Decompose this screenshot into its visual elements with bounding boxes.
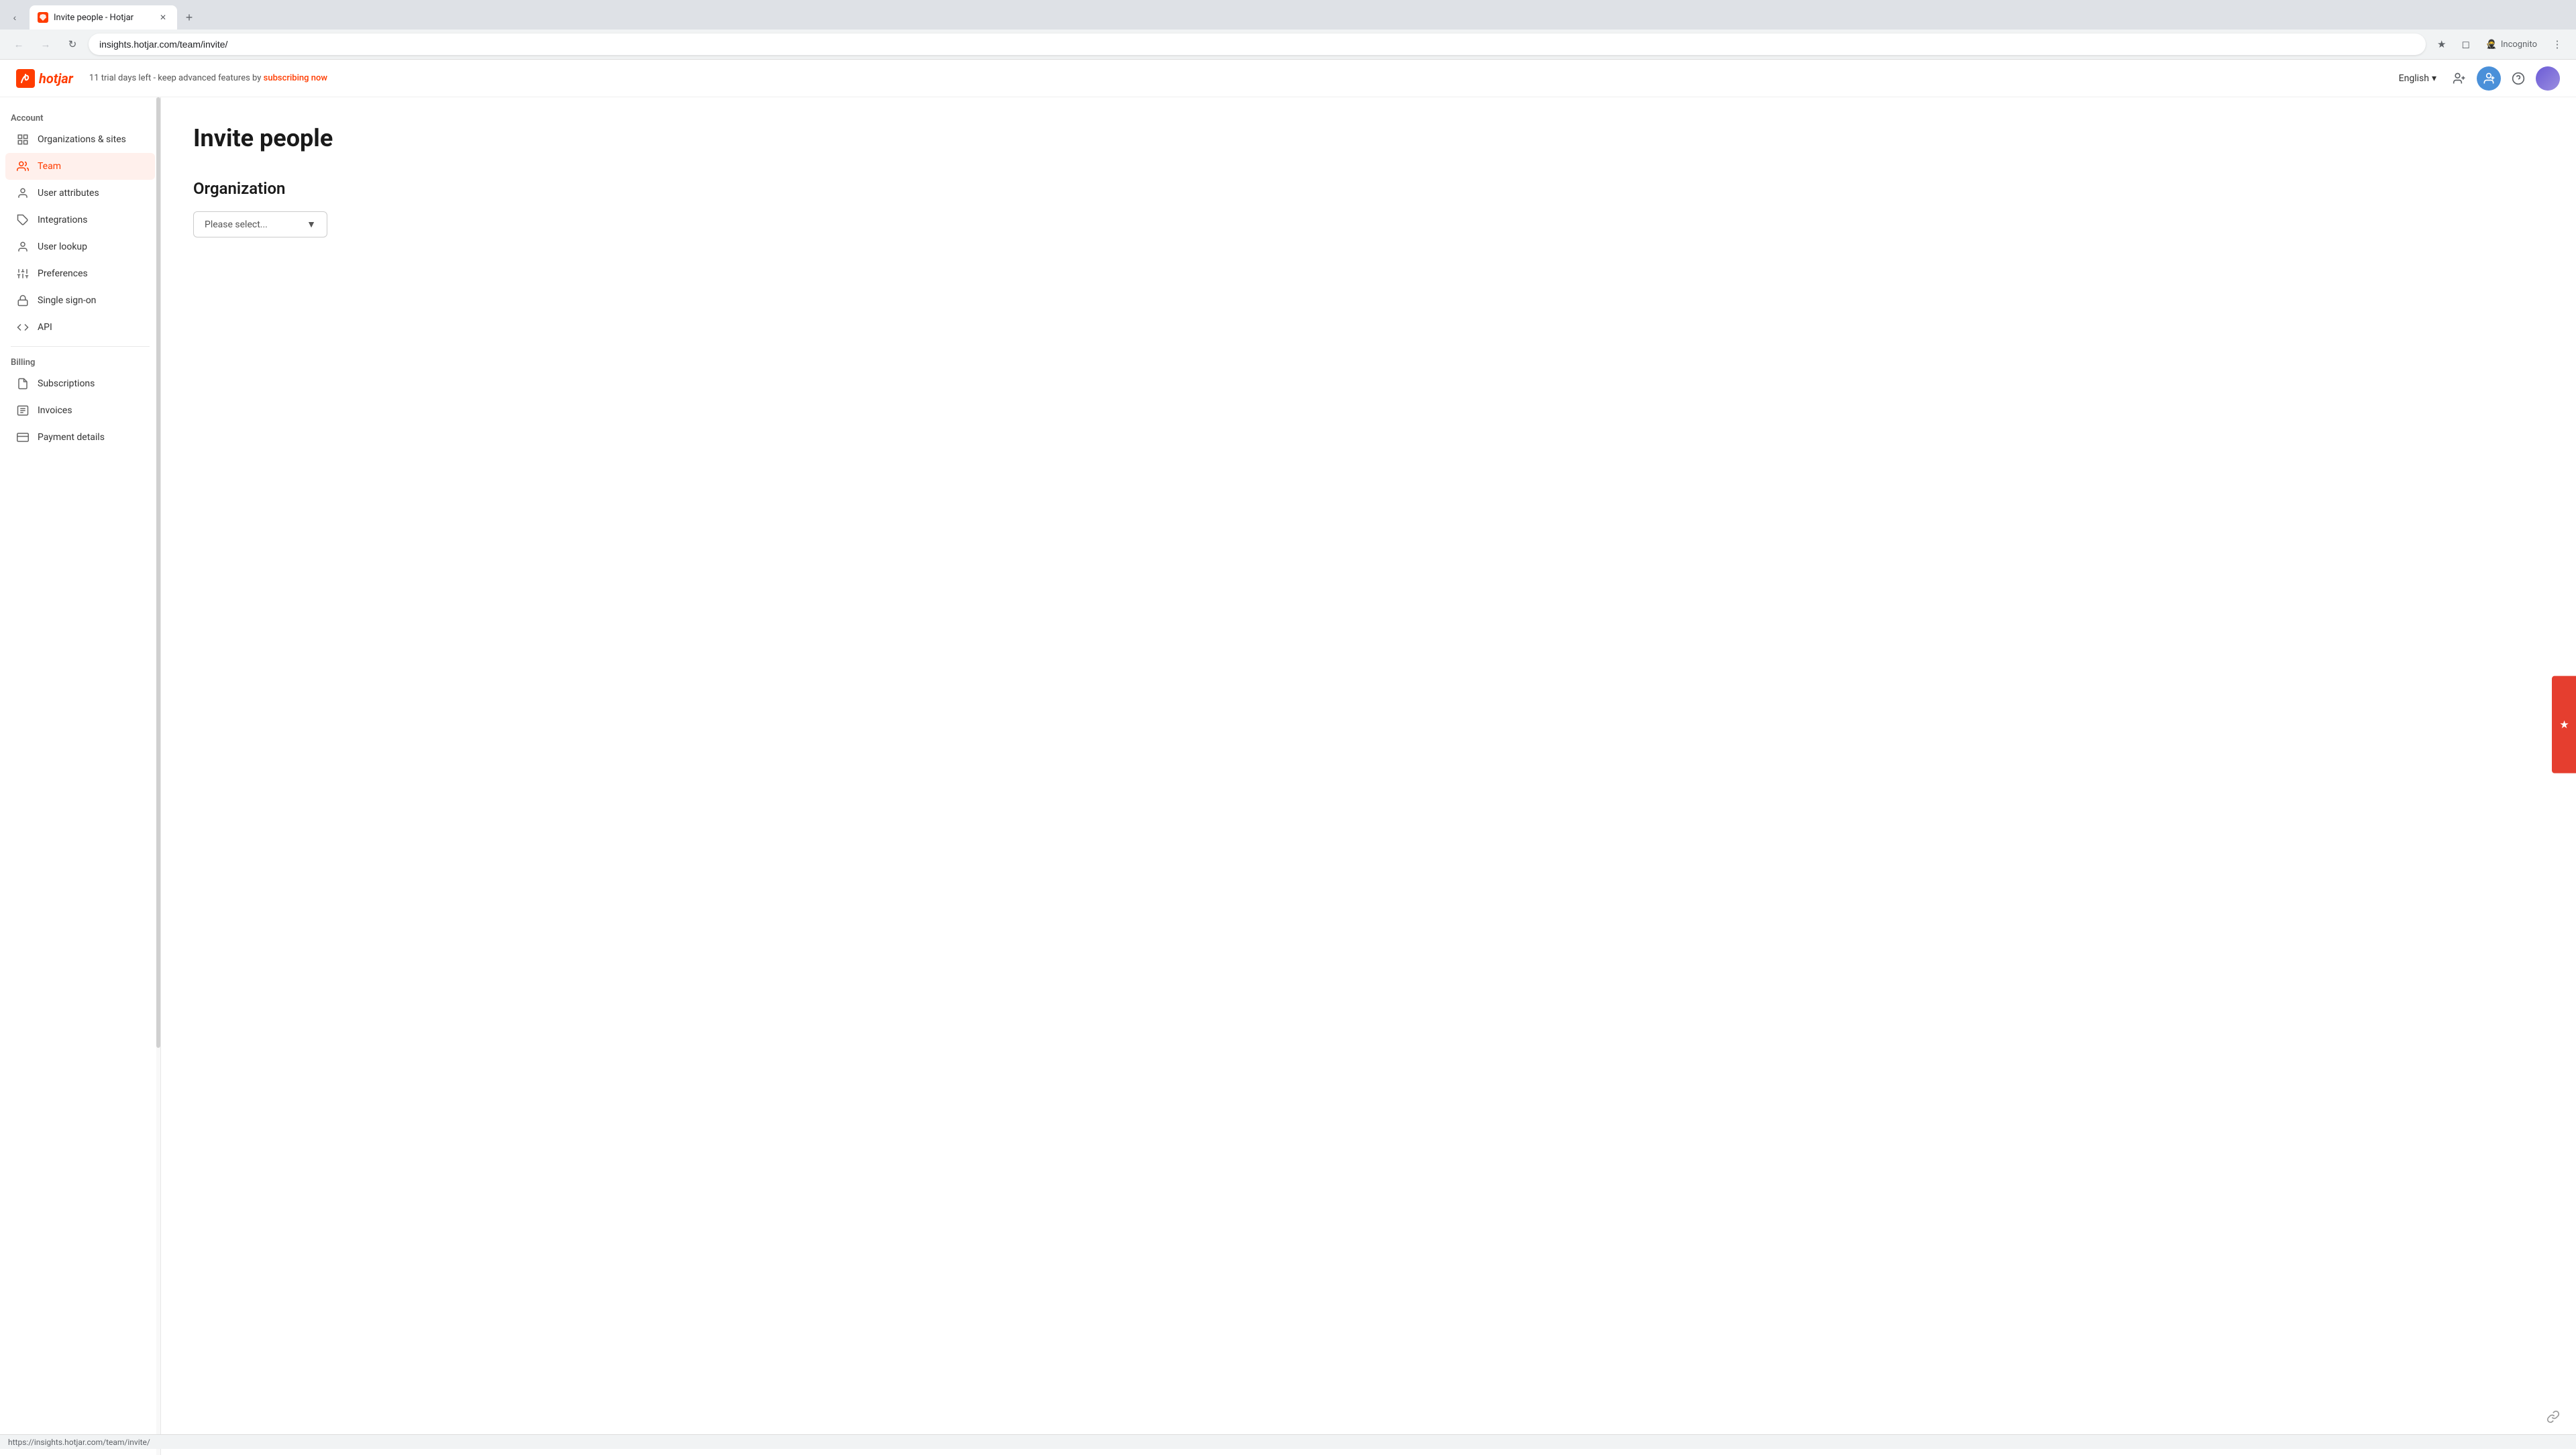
help-icon (2512, 72, 2525, 85)
app-container: hotjar 11 trial days left - keep advance… (0, 60, 2576, 1455)
sidebar-item-user-lookup[interactable]: User lookup (5, 233, 155, 260)
sidebar-item-label-user-lookup: User lookup (38, 241, 87, 252)
sidebar-item-label-preferences: Preferences (38, 268, 88, 279)
receipt-icon (16, 377, 30, 390)
select-placeholder: Please select... (205, 219, 268, 230)
forward-button[interactable]: → (35, 34, 56, 55)
lock-icon (16, 294, 30, 307)
user-avatar[interactable] (2536, 66, 2560, 91)
subscribe-link[interactable]: subscribing now (264, 73, 327, 83)
new-tab-button[interactable]: + (180, 8, 199, 27)
sidebar-item-label-team: Team (38, 161, 61, 172)
link-icon (2546, 1410, 2560, 1423)
grid-icon (16, 133, 30, 146)
organization-section-title: Organization (193, 179, 2544, 198)
user-search-icon (16, 240, 30, 254)
sidebar-item-team[interactable]: Team (5, 153, 155, 180)
sidebar-item-label-organizations: Organizations & sites (38, 134, 126, 145)
logo-area: hotjar (16, 69, 73, 88)
sidebar-item-label-payment-details: Payment details (38, 432, 105, 443)
sidebar-item-user-attributes[interactable]: User attributes (5, 180, 155, 207)
address-bar[interactable] (89, 34, 2426, 55)
incognito-label: Incognito (2501, 40, 2537, 50)
new-user-button[interactable] (2447, 66, 2471, 91)
user-plus-icon (2453, 72, 2466, 85)
hotjar-logo[interactable]: hotjar (16, 69, 73, 88)
scroll-thumb (156, 97, 160, 1048)
bookmark-button[interactable]: ★ (2431, 34, 2453, 55)
main-content: Invite people Organization Please select… (161, 97, 2576, 1455)
organization-select[interactable]: Please select... ▼ (193, 211, 327, 237)
account-section-label: Account (0, 108, 160, 126)
sidebar-item-subscriptions[interactable]: Subscriptions (5, 370, 155, 397)
team-icon (16, 160, 30, 173)
logo-text: hotjar (39, 70, 73, 87)
incognito-badge[interactable]: 🥷 Incognito (2479, 37, 2544, 52)
copy-link-button[interactable] (2541, 1405, 2565, 1429)
main-area: Account Organizations & sites (0, 97, 2576, 1455)
credit-card-icon (16, 431, 30, 444)
person-icon (16, 186, 30, 200)
sidebar-item-preferences[interactable]: Preferences (5, 260, 155, 287)
sidebar-item-label-invoices: Invoices (38, 405, 72, 416)
person-add-icon (2482, 72, 2496, 85)
language-selector[interactable]: English ▾ (2394, 70, 2442, 87)
tab-close-button[interactable]: ✕ (157, 11, 169, 23)
toolbar-right: ★ ◻ 🥷 Incognito ⋮ (2431, 34, 2568, 55)
sidebar-item-organizations[interactable]: Organizations & sites (5, 126, 155, 153)
puzzle-icon (16, 213, 30, 227)
trial-banner: 11 trial days left - keep advanced featu… (89, 73, 327, 83)
sidebar-item-label-api: API (38, 322, 52, 333)
code-icon (16, 321, 30, 334)
sidebar-item-integrations[interactable]: Integrations (5, 207, 155, 233)
sidebar-item-label-integrations: Integrations (38, 215, 87, 225)
rate-icon: ★ (2558, 718, 2571, 731)
incognito-icon: 🥷 (2486, 40, 2497, 50)
browser-chrome: ‹ Invite people - Hotjar ✕ + ← → ↻ ★ ◻ 🥷… (0, 0, 2576, 60)
page-title: Invite people (193, 124, 2544, 152)
sliders-icon (16, 267, 30, 280)
extensions-button[interactable]: ◻ (2455, 34, 2477, 55)
tab-favicon (38, 12, 48, 23)
help-button[interactable] (2506, 66, 2530, 91)
sidebar-item-label-subscriptions: Subscriptions (38, 378, 95, 389)
sidebar: Account Organizations & sites (0, 97, 161, 1455)
billing-section-label: Billing (0, 352, 160, 370)
trial-text: 11 trial days left - keep advanced featu… (89, 73, 262, 83)
reload-button[interactable]: ↻ (62, 34, 83, 55)
sidebar-divider (11, 346, 150, 347)
status-url: https://insights.hotjar.com/team/invite/ (8, 1438, 150, 1447)
tab-back-nav[interactable]: ‹ (5, 8, 24, 27)
sidebar-item-single-sign-on[interactable]: Single sign-on (5, 287, 155, 314)
tab-title: Invite people - Hotjar (54, 13, 152, 23)
back-button[interactable]: ← (8, 34, 30, 55)
invite-people-button[interactable] (2477, 66, 2501, 91)
select-dropdown-icon: ▼ (307, 219, 316, 230)
status-bar: https://insights.hotjar.com/team/invite/ (0, 1434, 2576, 1449)
active-tab[interactable]: Invite people - Hotjar ✕ (30, 5, 177, 30)
sidebar-item-label-user-attributes: User attributes (38, 188, 99, 199)
topbar-right: English ▾ (2394, 66, 2560, 91)
language-label: English (2399, 73, 2429, 84)
menu-button[interactable]: ⋮ (2546, 34, 2568, 55)
scroll-track (156, 97, 160, 1455)
sidebar-item-label-single-sign-on: Single sign-on (38, 295, 96, 306)
browser-toolbar: ← → ↻ ★ ◻ 🥷 Incognito ⋮ (0, 30, 2576, 59)
file-icon (16, 404, 30, 417)
sidebar-item-api[interactable]: API (5, 314, 155, 341)
language-dropdown-icon: ▾ (2432, 73, 2436, 84)
window-controls: ‹ (5, 8, 24, 27)
rate-experience-widget[interactable]: ★ Rate your experience (2552, 676, 2576, 773)
sidebar-item-payment-details[interactable]: Payment details (5, 424, 155, 451)
logo-icon (16, 69, 35, 88)
sidebar-item-invoices[interactable]: Invoices (5, 397, 155, 424)
rate-label: Rate your experience (2542, 687, 2551, 763)
app-topbar: hotjar 11 trial days left - keep advance… (0, 60, 2576, 97)
tab-bar: ‹ Invite people - Hotjar ✕ + (0, 0, 2576, 30)
